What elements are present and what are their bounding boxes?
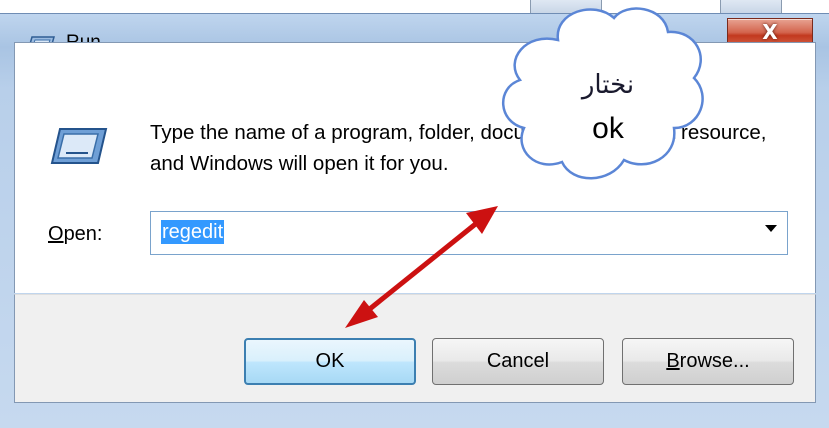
run-app-icon bbox=[50, 128, 108, 164]
browse-accesskey: B bbox=[666, 350, 680, 372]
open-label-text: pen: bbox=[63, 223, 103, 245]
open-label-accesskey: O bbox=[48, 223, 64, 245]
close-icon: X bbox=[762, 20, 778, 44]
callout-arabic-text: نختار bbox=[581, 70, 635, 100]
open-label: Open: bbox=[48, 223, 103, 246]
open-input-value[interactable]: regedit bbox=[161, 220, 225, 244]
ok-button[interactable]: OK bbox=[244, 338, 416, 385]
cloud-callout bbox=[502, 7, 704, 180]
browse-label: rowse... bbox=[679, 350, 750, 372]
callout-ok-text: ok bbox=[592, 112, 624, 145]
dropdown-arrow-icon[interactable] bbox=[765, 225, 777, 232]
open-combobox[interactable]: regedit bbox=[150, 211, 788, 255]
browse-button[interactable]: Browse... bbox=[622, 338, 794, 385]
cancel-button[interactable]: Cancel bbox=[432, 338, 604, 385]
